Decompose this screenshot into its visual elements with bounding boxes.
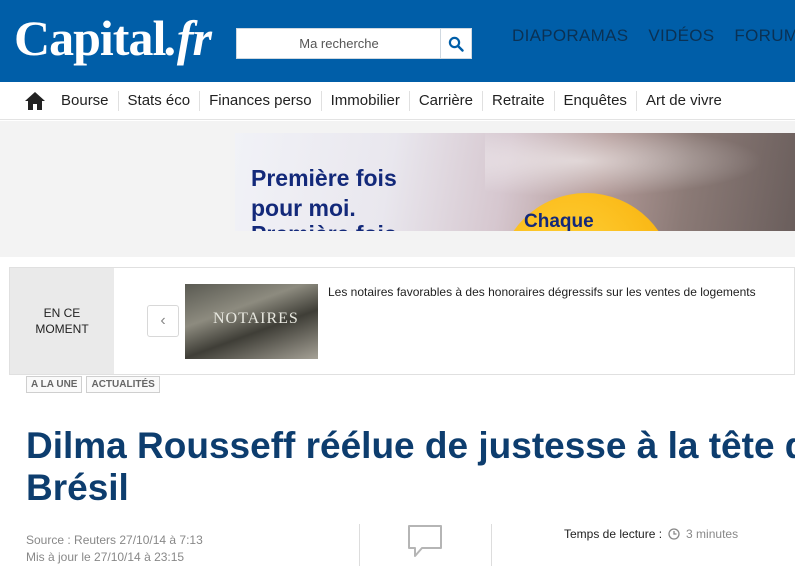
main-nav: Bourse Stats éco Finances perso Immobili… xyxy=(0,82,795,120)
nav-item-stats-eco[interactable]: Stats éco xyxy=(119,90,201,111)
logo-suffix: .fr xyxy=(165,10,212,66)
ad-smoke-graphic xyxy=(485,133,795,203)
home-icon xyxy=(25,91,45,110)
meta-divider-left xyxy=(359,524,360,566)
site-logo[interactable]: Capital.fr xyxy=(14,8,212,68)
reading-time-label: Temps de lecture : xyxy=(564,527,663,541)
article-updated: Mis à jour le 27/10/14 à 23:15 xyxy=(26,550,185,564)
nav-item-retraite[interactable]: Retraite xyxy=(483,90,555,111)
nav-item-enquetes[interactable]: Enquêtes xyxy=(555,90,637,111)
article-title: Dilma Rousseff réélue de justesse à la t… xyxy=(26,425,795,509)
ticker-headline[interactable]: Les notaires favorables à des honoraires… xyxy=(328,285,756,299)
ticker-prev-button[interactable]: ‹ xyxy=(147,305,179,337)
search-button[interactable] xyxy=(440,29,471,58)
nav-item-finances-perso[interactable]: Finances perso xyxy=(200,90,322,111)
reading-time-value: 3 minutes xyxy=(686,527,739,541)
nav-item-bourse[interactable]: Bourse xyxy=(52,90,119,111)
tag-a-la-une[interactable]: A LA UNE xyxy=(26,376,83,393)
nav-item-carriere[interactable]: Carrière xyxy=(410,90,484,111)
clock-icon xyxy=(668,528,680,540)
tag-actualites[interactable]: ACTUALITÉS xyxy=(86,376,160,393)
nav-item-art-de-vivre[interactable]: Art de vivre xyxy=(637,91,731,111)
ticker-thumbnail[interactable]: NOTAIRES xyxy=(185,284,318,359)
comments-button[interactable] xyxy=(406,524,444,560)
article-title-line1: Dilma Rousseff réélue de justesse à la t… xyxy=(26,425,795,466)
advertisement-banner[interactable]: Première fois pour moi. Première fois Ch… xyxy=(235,133,795,231)
reading-time: Temps de lecture : 3 minutes xyxy=(564,527,738,541)
article-title-line2: Brésil xyxy=(26,467,129,508)
ticker-label: EN CE MOMENT xyxy=(10,268,114,374)
search-icon xyxy=(448,36,464,52)
article-tags: A LA UNE ACTUALITÉS xyxy=(26,376,160,393)
search-input[interactable] xyxy=(237,29,441,58)
meta-divider-right xyxy=(491,524,492,566)
article-meta: Source : Reuters 27/10/14 à 7:13 Mis à j… xyxy=(26,532,203,566)
logo-main: Capital xyxy=(14,10,166,66)
nav-item-immobilier[interactable]: Immobilier xyxy=(322,90,410,111)
top-links: DIAPORAMAS VIDÉOS FORUM xyxy=(512,26,795,46)
ticker-label-line2: MOMENT xyxy=(35,322,89,336)
ad-text-line2: pour moi. xyxy=(251,195,356,221)
thumbnail-sign-text: NOTAIRES xyxy=(213,310,299,327)
news-ticker: EN CE MOMENT ‹ NOTAIRES Les notaires favo… xyxy=(9,267,795,375)
search-box xyxy=(236,28,472,59)
top-link-videos[interactable]: VIDÉOS xyxy=(648,26,714,46)
ad-text-line1: Première fois xyxy=(251,165,397,191)
comment-icon xyxy=(408,525,442,557)
site-header: Capital.fr DIAPORAMAS VIDÉOS FORUM xyxy=(0,0,795,82)
chevron-left-icon: ‹ xyxy=(160,312,166,329)
article-source: Source : Reuters 27/10/14 à 7:13 xyxy=(26,533,203,547)
ad-text-line3: Première fois xyxy=(251,221,397,231)
top-link-forum[interactable]: FORUM xyxy=(734,26,795,46)
top-link-diaporamas[interactable]: DIAPORAMAS xyxy=(512,26,628,46)
home-button[interactable] xyxy=(22,89,48,113)
ticker-label-line1: EN CE xyxy=(43,306,81,320)
ad-circle-text: Chaque xyxy=(524,211,594,231)
